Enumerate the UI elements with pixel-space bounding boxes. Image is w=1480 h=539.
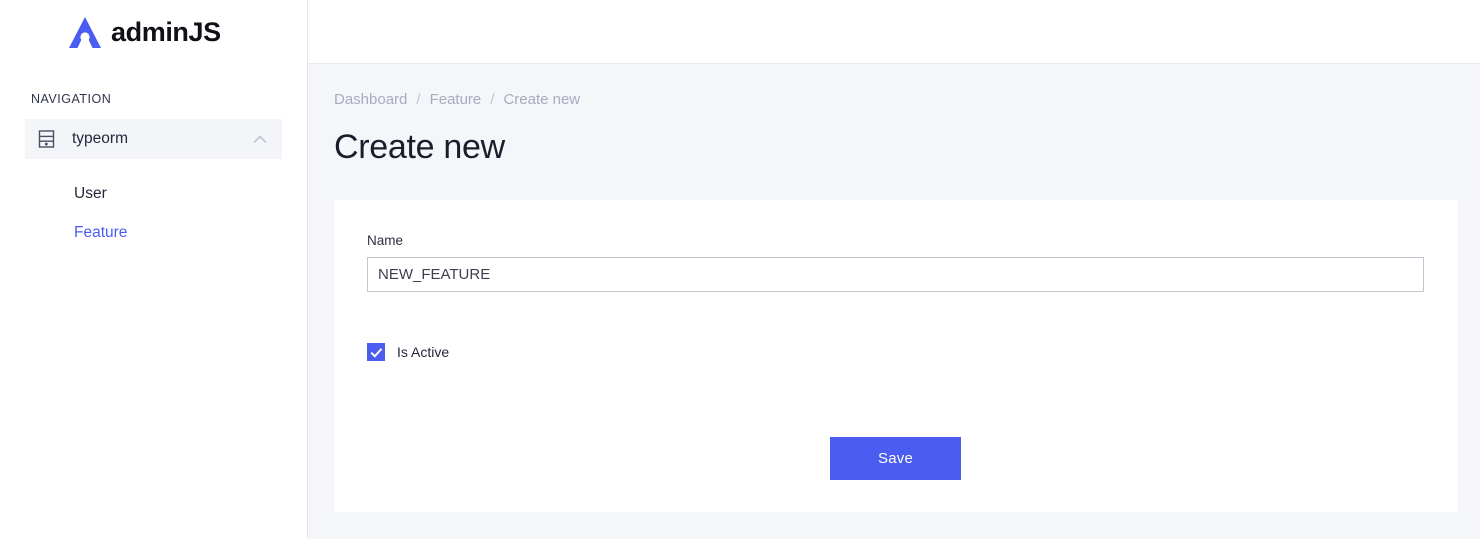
top-header-bar — [308, 0, 1480, 64]
page-header: Dashboard / Feature / Create new Create … — [308, 64, 1480, 200]
sidebar-group-label: typeorm — [72, 130, 128, 147]
main-content: Dashboard / Feature / Create new Create … — [308, 0, 1480, 539]
brand-name: adminJS — [111, 16, 221, 47]
is-active-label: Is Active — [397, 344, 450, 360]
sidebar-item-feature[interactable]: Feature — [0, 224, 307, 241]
breadcrumb-separator: / — [490, 90, 495, 108]
is-active-checkbox[interactable] — [367, 343, 385, 361]
breadcrumb: Dashboard / Feature / Create new — [334, 89, 1480, 109]
create-record-card: Name Is Active Save — [334, 200, 1458, 512]
sidebar-group-typeorm[interactable]: typeorm — [25, 119, 282, 159]
sidebar: adminJS NAVIGATION typeorm User Feature — [0, 0, 308, 539]
page-title: Create new — [334, 128, 505, 166]
navigation-heading: NAVIGATION — [31, 92, 112, 106]
name-input[interactable] — [367, 257, 1424, 292]
database-icon — [38, 130, 55, 148]
is-active-row[interactable]: Is Active — [367, 343, 1425, 361]
chevron-up-icon[interactable] — [253, 134, 267, 144]
form-actions: Save — [830, 437, 961, 480]
brand-logo[interactable]: adminJS — [0, 0, 307, 64]
adminjs-app: adminJS NAVIGATION typeorm User Feature … — [0, 0, 1480, 539]
name-field-label: Name — [367, 233, 404, 248]
sidebar-item-user[interactable]: User — [0, 186, 307, 202]
checkmark-icon — [370, 347, 382, 358]
breadcrumb-separator: / — [416, 90, 421, 108]
breadcrumb-item-feature[interactable]: Feature — [430, 91, 482, 108]
create-record-form: Name Is Active Save — [334, 200, 1458, 480]
save-button[interactable]: Save — [830, 437, 961, 480]
breadcrumb-item-create-new: Create new — [503, 90, 581, 108]
adminjs-a-logo-icon — [69, 16, 101, 48]
breadcrumb-item-dashboard[interactable]: Dashboard — [334, 91, 407, 108]
